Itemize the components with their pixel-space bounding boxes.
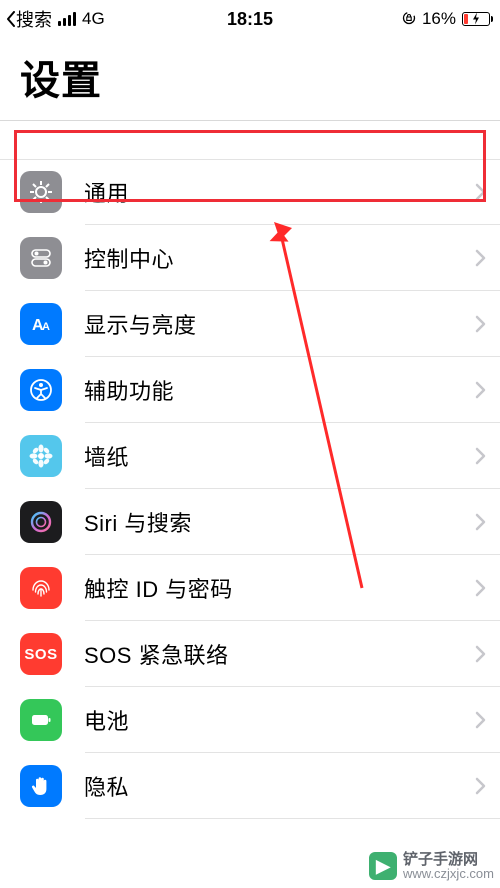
row-wallpaper[interactable]: 墙纸 [0,423,500,489]
row-label: 电池 [62,704,460,736]
signal-icon [58,12,76,26]
row-label: Siri 与搜索 [62,506,460,538]
flower-icon [20,435,62,477]
row-label: 通用 [62,176,460,208]
back-to-app[interactable]: 搜索 [6,6,52,32]
siri-icon [20,501,62,543]
hand-icon [20,765,62,807]
row-sos[interactable]: SOS SOS 紧急联络 [0,621,500,687]
chevron-right-icon [460,447,500,465]
status-bar: 搜索 4G 18:15 16% [0,0,500,38]
row-siri[interactable]: Siri 与搜索 [0,489,500,555]
watermark-url: www.czjxjc.com [403,867,494,880]
chevron-right-icon [460,183,500,201]
chevron-right-icon [460,315,500,333]
watermark-name: 铲子手游网 [403,852,494,867]
chevron-right-icon [460,249,500,267]
row-battery[interactable]: 电池 [0,687,500,753]
svg-text:A: A [42,321,50,333]
row-label: 辅助功能 [62,374,460,406]
row-accessibility[interactable]: 辅助功能 [0,357,500,423]
back-label: 搜索 [16,6,52,32]
row-general[interactable]: 通用 [0,159,500,225]
chevron-right-icon [460,777,500,795]
nav-bar: 设置 [0,38,500,121]
text-size-icon: AA [20,303,62,345]
chevron-right-icon [460,381,500,399]
section-gap [0,121,500,159]
page-title: 设置 [20,48,480,106]
sos-icon: SOS [20,633,62,675]
switches-icon [20,237,62,279]
fingerprint-icon [20,567,62,609]
row-touchid[interactable]: 触控 ID 与密码 [0,555,500,621]
chevron-right-icon [460,645,500,663]
network-label: 4G [82,9,105,29]
row-label: SOS 紧急联络 [62,638,460,670]
clock: 18:15 [227,9,273,30]
chevron-right-icon [460,711,500,729]
row-display[interactable]: AA 显示与亮度 [0,291,500,357]
row-control-center[interactable]: 控制中心 [0,225,500,291]
battery-percent: 16% [422,9,456,29]
watermark-logo-icon: ▶ [369,852,397,880]
status-right: 16% [402,9,490,30]
chevron-right-icon [460,513,500,531]
battery-icon [462,12,490,26]
orientation-lock-icon [402,9,416,30]
row-label: 触控 ID 与密码 [62,572,460,604]
back-chevron-icon [6,11,16,27]
row-privacy[interactable]: 隐私 [0,753,500,819]
row-label: 隐私 [62,770,460,802]
settings-list: 通用 控制中心 AA 显示与亮度 辅助功能 墙纸 [0,159,500,819]
row-label: 墙纸 [62,440,460,472]
chevron-right-icon [460,579,500,597]
battery-icon [20,699,62,741]
gear-icon [20,171,62,213]
row-label: 显示与亮度 [62,308,460,340]
status-left: 搜索 4G [6,6,105,32]
accessibility-icon [20,369,62,411]
row-label: 控制中心 [62,242,460,274]
watermark: ▶ 铲子手游网 www.czjxjc.com [369,852,494,880]
sos-text: SOS [24,646,57,663]
